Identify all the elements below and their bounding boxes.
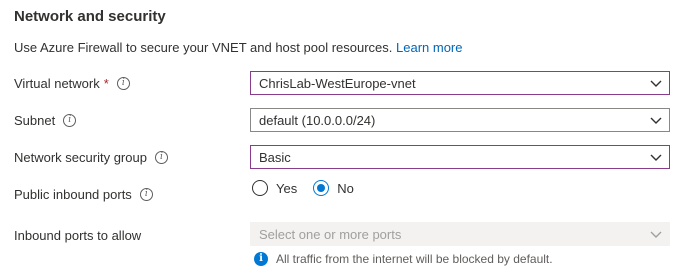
radio-no-label[interactable]: No <box>337 181 354 196</box>
virtual-network-value: ChrisLab-WestEurope-vnet <box>259 75 416 91</box>
info-icon[interactable]: i <box>63 114 77 127</box>
nsg-label: Network security group <box>14 150 147 165</box>
radio-no[interactable] <box>313 180 330 196</box>
info-filled-icon: i <box>254 252 268 266</box>
public-inbound-radio-group: Yes No <box>252 180 354 196</box>
inbound-allow-label: Inbound ports to allow <box>14 228 142 243</box>
chevron-down-icon <box>650 80 662 87</box>
virtual-network-label-row: Virtual network * i <box>14 76 130 91</box>
inbound-ports-dropdown[interactable]: Select one or more ports <box>250 222 670 246</box>
public-inbound-label: Public inbound ports <box>14 187 132 202</box>
info-icon[interactable]: i <box>139 188 153 201</box>
subnet-dropdown[interactable]: default (10.0.0.0/24) <box>250 108 670 132</box>
inbound-note-text: All traffic from the internet will be bl… <box>276 252 553 266</box>
chevron-down-icon <box>650 231 662 238</box>
inbound-allow-label-row: Inbound ports to allow <box>14 228 141 243</box>
section-description: Use Azure Firewall to secure your VNET a… <box>14 40 463 55</box>
subnet-label: Subnet <box>14 113 56 128</box>
nsg-label-row: Network security group i <box>14 150 168 165</box>
chevron-down-icon <box>650 154 662 161</box>
nsg-dropdown[interactable]: Basic <box>250 145 670 169</box>
learn-more-link[interactable]: Learn more <box>396 40 462 55</box>
nsg-value: Basic <box>259 149 291 165</box>
required-mark: * <box>103 76 109 91</box>
description-text: Use Azure Firewall to secure your VNET a… <box>14 40 393 55</box>
subnet-label-row: Subnet i <box>14 113 77 128</box>
radio-yes[interactable] <box>252 180 268 196</box>
inbound-note: i All traffic from the internet will be … <box>254 252 553 266</box>
chevron-down-icon <box>650 117 662 124</box>
subnet-value: default (10.0.0.0/24) <box>259 112 376 128</box>
public-inbound-label-row: Public inbound ports i <box>14 187 153 202</box>
info-icon[interactable]: i <box>154 151 168 164</box>
radio-yes-label[interactable]: Yes <box>276 181 297 196</box>
info-icon[interactable]: i <box>116 77 130 90</box>
section-title: Network and security <box>14 8 166 25</box>
inbound-ports-placeholder: Select one or more ports <box>259 226 402 242</box>
virtual-network-label: Virtual network <box>14 76 100 91</box>
virtual-network-dropdown[interactable]: ChrisLab-WestEurope-vnet <box>250 71 670 95</box>
